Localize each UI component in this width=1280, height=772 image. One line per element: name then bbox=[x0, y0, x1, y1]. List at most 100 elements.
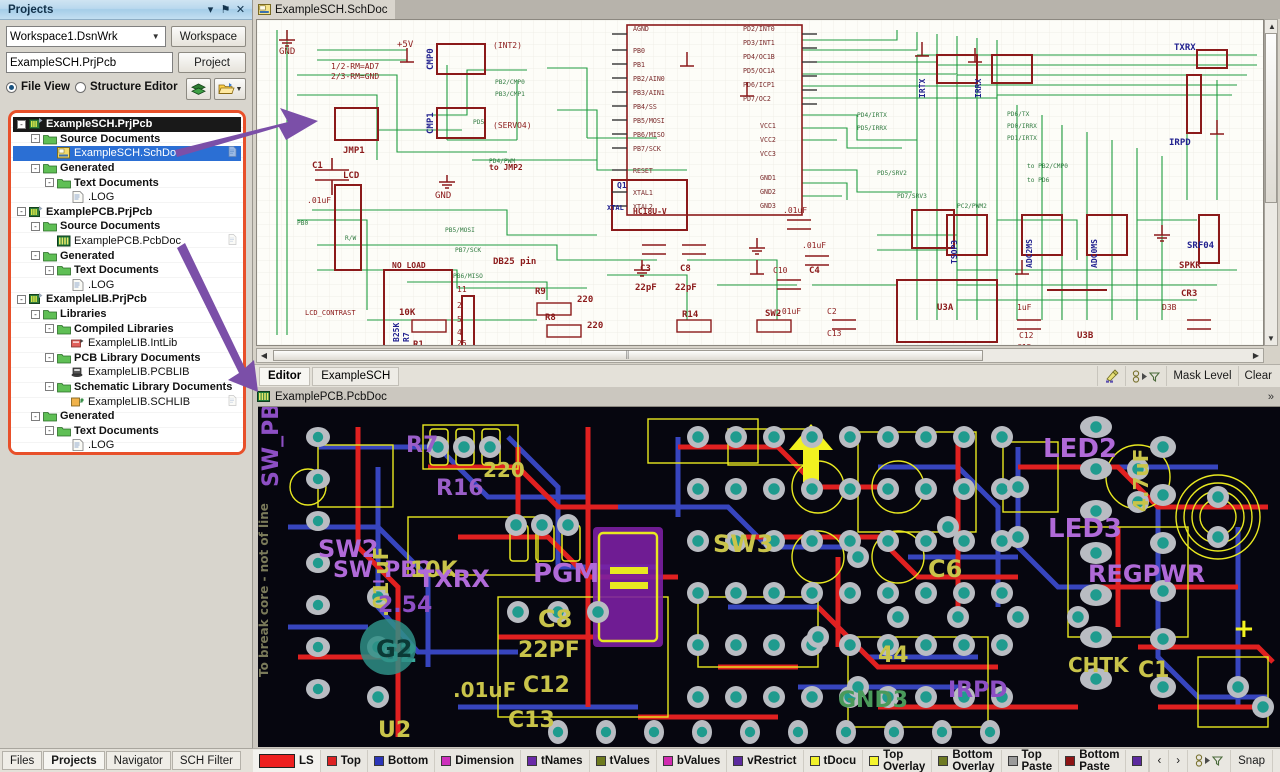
scroll-left-icon[interactable]: ◀ bbox=[257, 349, 271, 362]
panel-tab-files[interactable]: Files bbox=[2, 751, 43, 770]
expander-icon[interactable]: - bbox=[45, 178, 54, 188]
project-tree-rows: - ExampleSCH.PrjPcb - Source Documents Examp… bbox=[11, 113, 243, 452]
workspace-button[interactable]: Workspace bbox=[170, 26, 246, 47]
tree-node[interactable]: - ExampleLIB.PrjPcb bbox=[13, 292, 241, 307]
layer-tab-top[interactable]: Top bbox=[321, 749, 368, 772]
expander-icon[interactable]: - bbox=[45, 324, 54, 334]
radio-file-view[interactable]: File View bbox=[6, 81, 70, 93]
expander-icon[interactable]: - bbox=[17, 294, 26, 304]
expander-icon[interactable]: - bbox=[31, 309, 40, 319]
expander-icon[interactable]: - bbox=[45, 353, 54, 363]
layer-tab-tdocu[interactable]: tDocu bbox=[804, 749, 864, 772]
expander-icon[interactable]: - bbox=[31, 134, 40, 144]
folder-icon bbox=[43, 410, 57, 422]
scroll-up-icon[interactable]: ▲ bbox=[1265, 20, 1279, 33]
layer-tab-dimension[interactable]: Dimension bbox=[435, 749, 521, 772]
project-field[interactable]: ExampleSCH.PrjPcb bbox=[6, 52, 173, 73]
layer-prev-button[interactable]: ‹ bbox=[1149, 749, 1168, 772]
expander-icon[interactable]: - bbox=[17, 207, 26, 217]
tree-node[interactable]: - Generated bbox=[13, 161, 241, 176]
filter-icon[interactable] bbox=[1125, 366, 1166, 386]
layer-tab-bvalues[interactable]: bValues bbox=[657, 749, 728, 772]
layer-next-button[interactable]: › bbox=[1168, 749, 1187, 772]
panel-tab-navigator[interactable]: Navigator bbox=[105, 751, 171, 770]
layer-tab-bottom-paste[interactable]: Bottom Paste bbox=[1059, 749, 1127, 772]
expander-icon[interactable]: - bbox=[31, 163, 40, 173]
tree-node[interactable]: - Source Documents bbox=[13, 132, 241, 147]
scroll-right-icon[interactable]: ▶ bbox=[1249, 349, 1263, 362]
layer-tab-top-overlay[interactable]: Top Overlay bbox=[863, 749, 933, 772]
tree-node[interactable]: - Generated bbox=[13, 409, 241, 424]
scroll-down-icon[interactable]: ▼ bbox=[1265, 332, 1277, 345]
scroll-thumb[interactable] bbox=[1265, 33, 1277, 203]
tab-examplePCB-pcbdoc[interactable]: ExamplePCB.PcbDoc bbox=[257, 391, 387, 403]
expander-icon[interactable]: - bbox=[45, 382, 54, 392]
tree-node[interactable]: ExampleLIB.SCHLIB bbox=[13, 394, 241, 409]
filter-icon[interactable] bbox=[1187, 749, 1230, 772]
radio-file-view-dot bbox=[6, 81, 17, 93]
tree-node[interactable]: .LOG bbox=[13, 190, 241, 205]
scroll-thumb[interactable]: ║ bbox=[273, 350, 983, 361]
tree-node[interactable]: - ExamplePCB.PrjPcb bbox=[13, 205, 241, 220]
radio-structure-editor[interactable]: Structure Editor bbox=[75, 81, 178, 93]
current-layer-label: LS bbox=[299, 754, 314, 767]
tree-node[interactable]: - PCB Library Documents bbox=[13, 351, 241, 366]
tree-node[interactable]: - Libraries bbox=[13, 307, 241, 322]
layer-tab-tvalues[interactable]: tValues bbox=[590, 749, 657, 772]
workspace-combo[interactable]: Workspace1.DsnWrk ▼ bbox=[6, 26, 166, 47]
highlight-pen-icon[interactable] bbox=[1097, 366, 1125, 386]
tree-node[interactable]: - Text Documents bbox=[13, 175, 241, 190]
expander-icon[interactable]: - bbox=[45, 265, 54, 275]
current-layer[interactable]: LS bbox=[253, 749, 321, 772]
tree-node[interactable]: ExampleSCH.SchDoc bbox=[13, 146, 241, 161]
chevron-down-icon[interactable]: ▼ bbox=[152, 32, 162, 41]
expand-tabs-icon[interactable]: » bbox=[1268, 391, 1280, 403]
expander-icon[interactable]: - bbox=[45, 426, 54, 436]
layer-tab-tnames[interactable]: tNames bbox=[521, 749, 590, 772]
tree-node[interactable]: - Compiled Libraries bbox=[13, 321, 241, 336]
tree-node[interactable]: ExampleLIB.IntLib bbox=[13, 336, 241, 351]
tree-node[interactable]: .LOG bbox=[13, 278, 241, 293]
layer-tab-bottom[interactable]: Bottom bbox=[368, 749, 436, 772]
schematic-horizontal-scrollbar[interactable]: ◀ ║ ▶ bbox=[256, 348, 1264, 363]
layers-icon[interactable] bbox=[186, 78, 211, 100]
tree-node[interactable]: - Generated bbox=[13, 248, 241, 263]
project-button[interactable]: Project bbox=[178, 52, 246, 73]
expander-icon[interactable]: - bbox=[17, 119, 26, 129]
tree-node[interactable]: - ExampleSCH.PrjPcb bbox=[13, 117, 241, 132]
panel-tab-sch-filter[interactable]: SCH Filter bbox=[171, 751, 241, 770]
tree-node[interactable]: - Text Documents bbox=[13, 263, 241, 278]
status-tab-editor[interactable]: Editor bbox=[259, 366, 311, 386]
layer-tab-vrestrict[interactable]: vRestrict bbox=[727, 749, 804, 772]
tab-exampleSCH-schdoc[interactable]: ExampleSCH.SchDoc bbox=[253, 0, 396, 19]
tree-node[interactable]: - Schematic Library Documents bbox=[13, 380, 241, 395]
pcb-canvas[interactable]: SW_PB2 SW2 SW_PB2 R7 R16 220 .01 uF 10K … bbox=[258, 406, 1280, 747]
dropdown-icon[interactable]: ▾ bbox=[203, 2, 218, 17]
tree-node[interactable]: .LOG bbox=[13, 438, 241, 452]
svg-text:25: 25 bbox=[457, 339, 467, 346]
status-tab-examplesch[interactable]: ExampleSCH bbox=[312, 366, 400, 386]
clear-button[interactable]: Clear bbox=[1237, 366, 1278, 386]
schematic-vertical-scrollbar[interactable]: ▲ ▼ bbox=[1264, 19, 1278, 346]
open-folder-icon[interactable]: ▼ bbox=[214, 78, 246, 100]
layer-tab-top-paste[interactable]: Top Paste bbox=[1002, 749, 1060, 772]
panel-tab-projects[interactable]: Projects bbox=[43, 751, 105, 770]
schematic-canvas[interactable]: GND 1/2-RM=AD7 2/3-RM=GND +5V JMP1 C1 .0… bbox=[256, 19, 1264, 346]
chevron-down-icon[interactable]: ▼ bbox=[236, 86, 243, 93]
close-icon[interactable]: ✕ bbox=[233, 2, 248, 17]
tree-node[interactable]: ExampleLIB.PCBLIB bbox=[13, 365, 241, 380]
tree-node[interactable]: - Text Documents bbox=[13, 423, 241, 438]
pin-icon[interactable]: ⚑ bbox=[218, 2, 233, 17]
tree-node[interactable]: - Source Documents bbox=[13, 219, 241, 234]
mask-level-button[interactable]: Mask Level bbox=[1166, 366, 1237, 386]
mask-level-button[interactable]: Mask Level bbox=[1272, 749, 1280, 772]
snap-button[interactable]: Snap bbox=[1230, 749, 1272, 772]
layer-tab[interactable] bbox=[1126, 749, 1150, 772]
expander-icon[interactable]: - bbox=[31, 251, 40, 261]
tree-node[interactable]: ExamplePCB.PcbDoc bbox=[13, 234, 241, 249]
layer-tab-bottom-overlay[interactable]: Bottom Overlay bbox=[932, 749, 1002, 772]
expander-icon[interactable]: - bbox=[31, 411, 40, 421]
project-tree[interactable]: - ExampleSCH.PrjPcb - Source Documents Examp… bbox=[8, 110, 246, 455]
expander-icon[interactable]: - bbox=[31, 221, 40, 231]
svg-text:VCC3: VCC3 bbox=[760, 150, 776, 158]
